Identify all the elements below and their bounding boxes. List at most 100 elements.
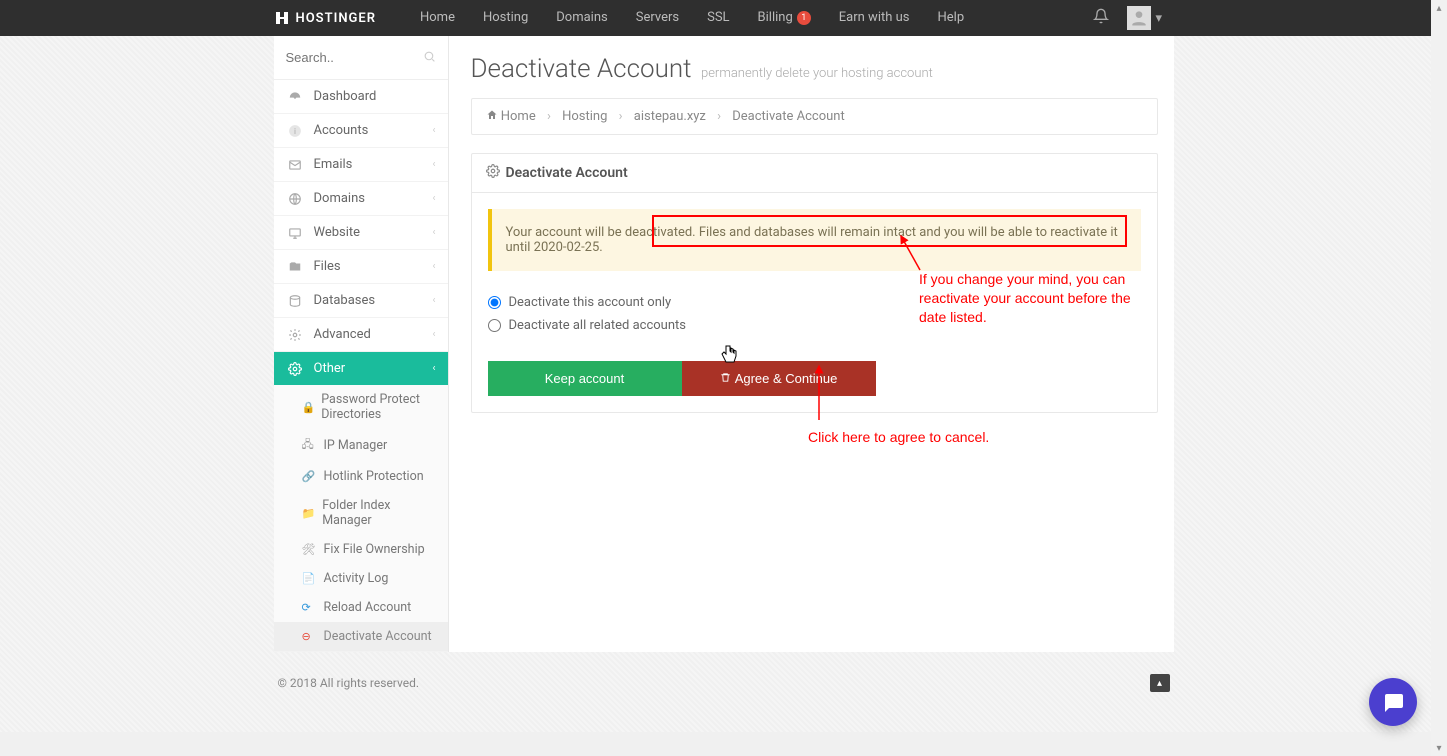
sub-deactivate-label: Deactivate Account [324, 629, 432, 644]
window-scrollbar[interactable]: ▴ ▾ [1431, 0, 1447, 756]
sub-activity-log[interactable]: 📄Activity Log [274, 564, 448, 593]
scrollbar-down-icon[interactable]: ▾ [1431, 740, 1447, 756]
reload-icon: ⟳ [302, 601, 318, 614]
option-all-accounts-label: Deactivate all related accounts [509, 318, 687, 333]
user-menu[interactable]: ▾ [1127, 6, 1162, 30]
sub-reload[interactable]: ⟳Reload Account [274, 593, 448, 622]
sidebar-item-accounts[interactable]: iAccounts‹ [274, 114, 448, 147]
nav-earn-label: Earn with us [839, 0, 910, 36]
notifications-bell-icon[interactable] [1093, 8, 1109, 28]
breadcrumb-hosting[interactable]: Hosting [562, 109, 607, 124]
sidebar-menu: Dashboard i Accounts ‹ Emails ‹ Domains ‹ We… [274, 80, 448, 652]
nav-billing-label: Billing [758, 0, 793, 36]
sub-ip-manager[interactable]: 🖧 IP Manager [274, 429, 448, 462]
nav-home[interactable]: Home [406, 0, 469, 36]
sidebar-item-files[interactable]: Files ‹ [274, 250, 448, 283]
annotation-highlight-box [652, 215, 1127, 247]
chat-bubble-button[interactable] [1369, 678, 1417, 726]
footer: © 2018 All rights reserved. ▴ [274, 662, 1174, 722]
main-content: Deactivate Account permanently delete yo… [449, 36, 1174, 652]
annotation-text-2: Click here to agree to cancel. [808, 428, 989, 447]
nav-ssl[interactable]: SSL [693, 0, 743, 36]
sidebar-website-label: Website [314, 225, 361, 240]
sidebar-emails-label: Emails [314, 157, 353, 172]
sub-password-protect[interactable]: 🔒Password Protect Directories [274, 385, 448, 429]
sub-fix-file[interactable]: 🛠Fix File Ownership [274, 535, 448, 564]
radio-this-account[interactable] [488, 296, 501, 309]
deactivate-icon: ⊖ [302, 630, 318, 643]
nav-hosting-label: Hosting [483, 0, 528, 36]
nav-servers-label: Servers [636, 0, 679, 36]
sub-ip-manager-label: IP Manager [324, 438, 388, 453]
radio-all-accounts[interactable] [488, 319, 501, 332]
nav-ssl-label: SSL [707, 0, 729, 36]
sidebar-item-dashboard[interactable]: Dashboard [274, 80, 448, 113]
accounts-icon: i [288, 124, 306, 138]
page-heading: Deactivate Account permanently delete yo… [471, 54, 1158, 84]
sub-password-protect-label: Password Protect Directories [321, 392, 433, 422]
chevron-icon: ‹ [432, 363, 435, 374]
chevron-icon: ‹ [432, 227, 435, 238]
website-icon [288, 226, 306, 240]
nav-home-label: Home [420, 0, 455, 36]
nav-domains[interactable]: Domains [542, 0, 621, 36]
sub-folder-index[interactable]: 📁Folder Index Manager [274, 491, 448, 535]
sidebar: Dashboard i Accounts ‹ Emails ‹ Domains ‹ We… [274, 36, 449, 652]
advanced-icon [288, 328, 306, 342]
sub-deactivate[interactable]: ⊖ Deactivate Account [274, 622, 448, 651]
nav-servers[interactable]: Servers [622, 0, 693, 36]
sidebar-item-website[interactable]: Website ‹ [274, 216, 448, 249]
sub-folder-index-label: Folder Index Manager [322, 498, 433, 528]
panel-header: Deactivate Account [472, 154, 1157, 193]
nav-domains-label: Domains [556, 0, 607, 36]
sidebar-domains-label: Domains [314, 191, 365, 206]
sidebar-item-other[interactable]: Other ‹ [274, 352, 448, 385]
nav-hosting[interactable]: Hosting [469, 0, 542, 36]
nav-billing[interactable]: Billing1 [744, 0, 825, 36]
breadcrumb-separator: › [717, 109, 721, 124]
nav-links: Home Hosting Domains Servers SSL Billing… [406, 0, 978, 36]
domains-icon [288, 192, 306, 206]
annotation-text-1: If you change your mind, you can reactiv… [919, 270, 1149, 327]
brand-logo[interactable]: HOSTINGER [274, 10, 376, 26]
trash-icon [720, 371, 731, 386]
sidebar-dashboard-label: Dashboard [314, 89, 377, 104]
page-subtitle: permanently delete your hosting account [701, 66, 933, 81]
action-buttons: Keep account Agree & Continue [488, 361, 1141, 396]
sidebar-accounts-label: Accounts [314, 123, 369, 138]
sidebar-files-label: Files [314, 259, 341, 274]
agree-continue-button[interactable]: Agree & Continue [682, 361, 876, 396]
chevron-icon: ‹ [432, 261, 435, 272]
chevron-icon: ‹ [432, 159, 435, 170]
sub-hotlink-label: Hotlink Protection [324, 469, 424, 484]
sidebar-advanced-label: Advanced [314, 327, 371, 342]
caret-down-icon: ▾ [1155, 11, 1162, 26]
chevron-icon: ‹ [432, 329, 435, 340]
scrollbar-up-icon[interactable]: ▴ [1431, 0, 1447, 16]
svg-text:i: i [294, 125, 296, 135]
option-this-account-label: Deactivate this account only [509, 295, 672, 310]
nav-earn[interactable]: Earn with us [825, 0, 924, 36]
sidebar-item-domains[interactable]: Domains ‹ [274, 182, 448, 215]
sub-hotlink[interactable]: 🔗Hotlink Protection [274, 462, 448, 491]
nav-help-label: Help [938, 0, 965, 36]
sidebar-item-emails[interactable]: Emails ‹ [274, 148, 448, 181]
sub-fix-file-label: Fix File Ownership [324, 542, 425, 557]
page-title: Deactivate Account [471, 54, 692, 84]
log-icon: 📄 [302, 572, 318, 585]
search-input[interactable] [286, 44, 436, 71]
sidebar-item-advanced[interactable]: Advanced ‹ [274, 318, 448, 351]
chevron-icon: ‹ [432, 193, 435, 204]
sidebar-item-databases[interactable]: Databases‹ [274, 284, 448, 317]
sidebar-other-submenu: 🔒Password Protect Directories 🖧 IP Manage… [274, 385, 448, 651]
keep-account-label: Keep account [545, 371, 625, 386]
breadcrumb-home[interactable]: Home [501, 109, 536, 124]
breadcrumb-separator: › [619, 109, 623, 124]
ip-icon: 🖧 [302, 436, 318, 455]
keep-account-button[interactable]: Keep account [488, 361, 682, 396]
breadcrumb-domain[interactable]: aistepau.xyz [634, 109, 706, 124]
scroll-top-button[interactable]: ▴ [1150, 674, 1170, 692]
sidebar-databases-label: Databases [314, 293, 376, 308]
sidebar-other-label: Other [314, 361, 346, 376]
nav-help[interactable]: Help [924, 0, 979, 36]
